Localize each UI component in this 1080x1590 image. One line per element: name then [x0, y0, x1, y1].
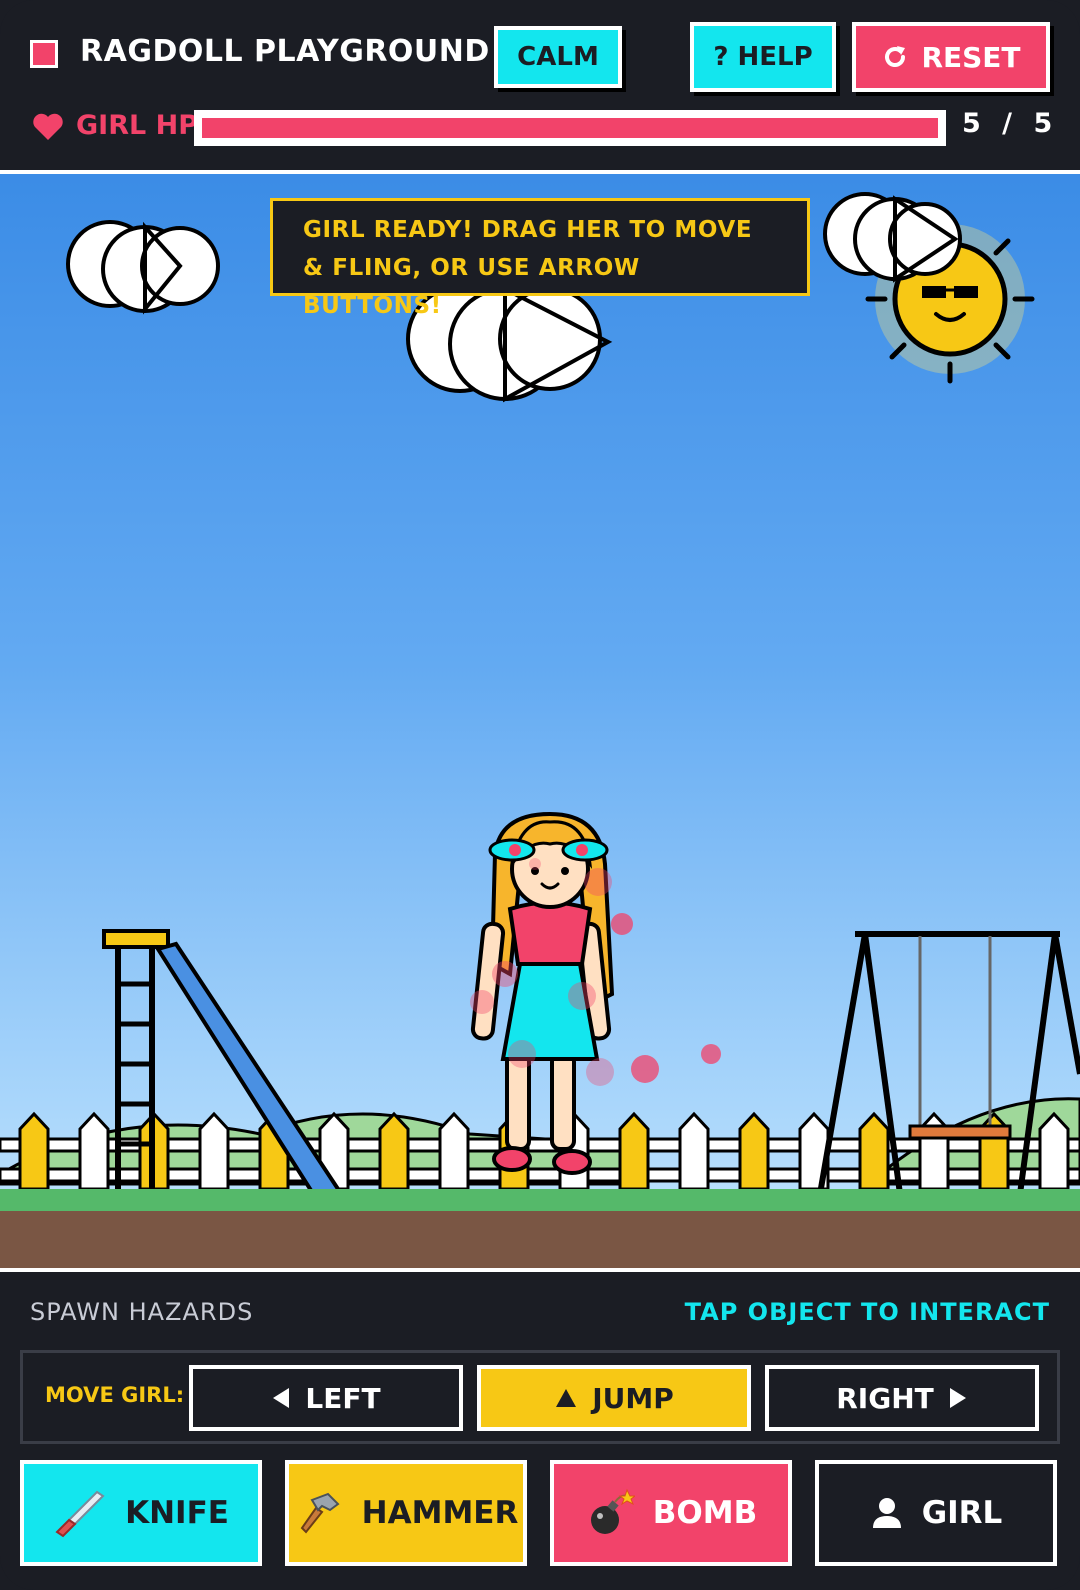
heart-icon: [33, 113, 63, 140]
logo-square-icon: [30, 40, 58, 68]
app-title: RAGDOLL PLAYGROUND: [80, 34, 490, 69]
jump-button[interactable]: JUMP: [477, 1365, 751, 1431]
tap-hint: TAP OBJECT TO INTERACT: [684, 1298, 1050, 1326]
spawn-bomb-button[interactable]: BOMB: [550, 1460, 792, 1566]
top-bar: RAGDOLL PLAYGROUND CALM ? HELP RESET GIR…: [0, 0, 1080, 170]
spawn-hazards-label: SPAWN HAZARDS: [30, 1298, 254, 1326]
move-girl-label: MOVE GIRL:: [45, 1383, 185, 1407]
girl-label: GIRL: [921, 1495, 1003, 1531]
fence-picket: [858, 1111, 890, 1191]
left-label: LEFT: [305, 1381, 381, 1415]
fence-picket: [78, 1111, 110, 1191]
fence-picket: [618, 1111, 650, 1191]
grass: [0, 1189, 1080, 1211]
spawn-hammer-button[interactable]: HAMMER: [285, 1460, 527, 1566]
help-button[interactable]: ? HELP: [690, 22, 836, 92]
left-button[interactable]: LEFT: [189, 1365, 463, 1431]
fence-picket: [678, 1111, 710, 1191]
control-panel: SPAWN HAZARDS TAP OBJECT TO INTERACT MOV…: [0, 1272, 1080, 1590]
reset-label: RESET: [921, 40, 1021, 74]
right-label: RIGHT: [836, 1381, 934, 1415]
arrow-up-icon: [556, 1389, 577, 1407]
jump-label: JUMP: [592, 1381, 674, 1415]
knife-icon: [55, 1490, 105, 1538]
cloud-icon[interactable]: [823, 192, 962, 283]
right-button[interactable]: RIGHT: [765, 1365, 1039, 1431]
reset-button[interactable]: RESET: [852, 22, 1050, 92]
game-frame: RAGDOLL PLAYGROUND CALM ? HELP RESET GIR…: [0, 0, 1080, 1590]
fence-picket: [738, 1111, 770, 1191]
arrow-left-icon: [273, 1388, 290, 1408]
move-controls: MOVE GIRL: LEFT JUMP RIGHT: [20, 1350, 1060, 1444]
arrow-right-icon: [949, 1388, 966, 1408]
person-icon: [872, 1498, 901, 1528]
spawn-girl-button[interactable]: GIRL: [815, 1460, 1057, 1566]
cloud-icon[interactable]: [66, 220, 220, 315]
fence-picket: [198, 1111, 230, 1191]
dirt-ground: [0, 1211, 1080, 1268]
refresh-icon: [885, 46, 906, 67]
hp-bar: [194, 110, 946, 146]
hammer-icon: [300, 1492, 340, 1534]
calm-button[interactable]: CALM: [494, 26, 622, 88]
fence-picket: [18, 1111, 50, 1191]
playground-scene[interactable]: GIRL READY! DRAG HER TO MOVE & FLING, OR…: [0, 170, 1080, 1272]
hammer-label: HAMMER: [361, 1495, 519, 1531]
scene-canvas: [0, 192, 1080, 1268]
fence-picket: [378, 1111, 410, 1191]
bomb-icon: [590, 1488, 635, 1534]
hp-count: 5 / 5: [962, 108, 1059, 139]
spawn-knife-button[interactable]: KNIFE: [20, 1460, 262, 1566]
fence-picket: [1038, 1111, 1070, 1191]
hp-label: GIRL HP: [76, 110, 198, 141]
girl-ragdoll[interactable]: [470, 811, 721, 1175]
hp-bar-fill: [202, 118, 938, 138]
fence-picket: [438, 1111, 470, 1191]
knife-label: KNIFE: [125, 1495, 229, 1531]
status-toast: GIRL READY! DRAG HER TO MOVE & FLING, OR…: [270, 198, 810, 319]
bomb-label: BOMB: [652, 1495, 758, 1531]
